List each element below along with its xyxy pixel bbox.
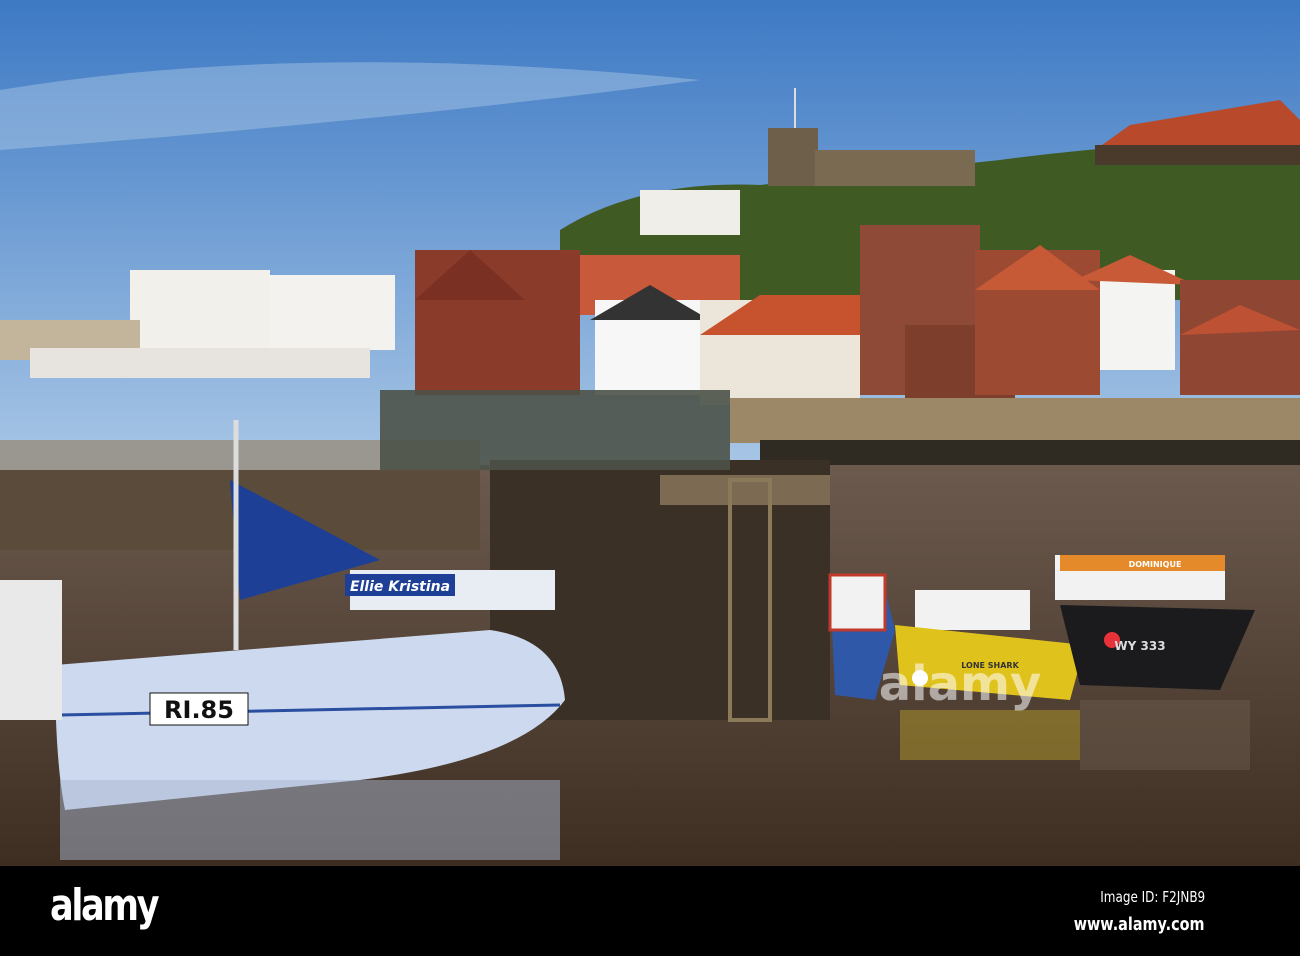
boat-name-dominique: DOMINIQUE [1129,560,1182,569]
sea-wall [730,398,1300,465]
black-boat-wy333: DOMINIQUE WY 333 [1055,555,1255,690]
harbour-photo: RI.85 Ellie Kristina LONE SHARK DOMINIQU… [0,0,1300,866]
image-id: Image ID: F2JNB9 [1100,888,1205,906]
watermark-text: alamy [879,656,1042,712]
alamy-logo: alamy [50,880,160,931]
boat-registration-wy333: WY 333 [1114,639,1165,653]
watermark-bar: alamy Image ID: F2JNB9 www.alamy.com [0,866,1300,956]
boat-name-ellie-kristina: Ellie Kristina [350,579,450,595]
watermark-overlay: alamy [879,656,1042,712]
website-link: www.alamy.com [1074,914,1205,935]
boat-registration-ri85: RI.85 [164,696,234,724]
